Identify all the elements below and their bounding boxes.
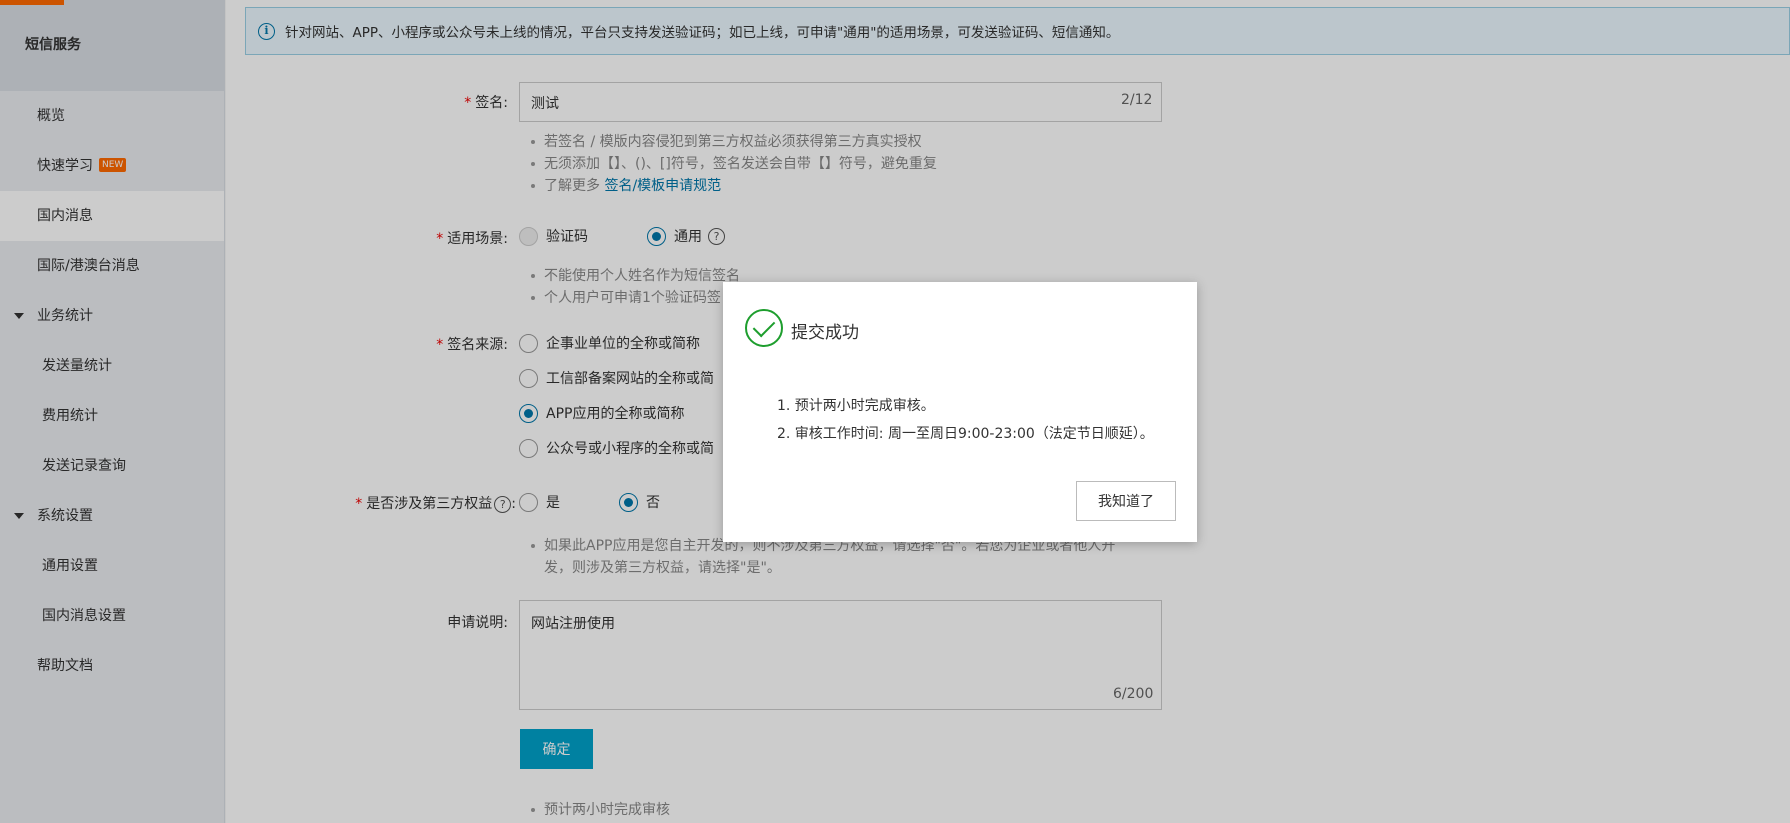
dialog-body: 1. 预计两小时完成审核。 2. 审核工作时间: 周一至周日9:00-23:00… [777, 392, 1154, 448]
dialog-title: 提交成功 [791, 323, 859, 343]
acknowledge-button[interactable]: 我知道了 [1076, 481, 1176, 521]
dialog-line: 2. 审核工作时间: 周一至周日9:00-23:00（法定节日顺延）。 [777, 426, 1154, 442]
dialog-line: 1. 预计两小时完成审核。 [777, 398, 935, 414]
success-check-icon [745, 309, 783, 347]
success-dialog: 提交成功 1. 预计两小时完成审核。 2. 审核工作时间: 周一至周日9:00-… [723, 282, 1197, 542]
